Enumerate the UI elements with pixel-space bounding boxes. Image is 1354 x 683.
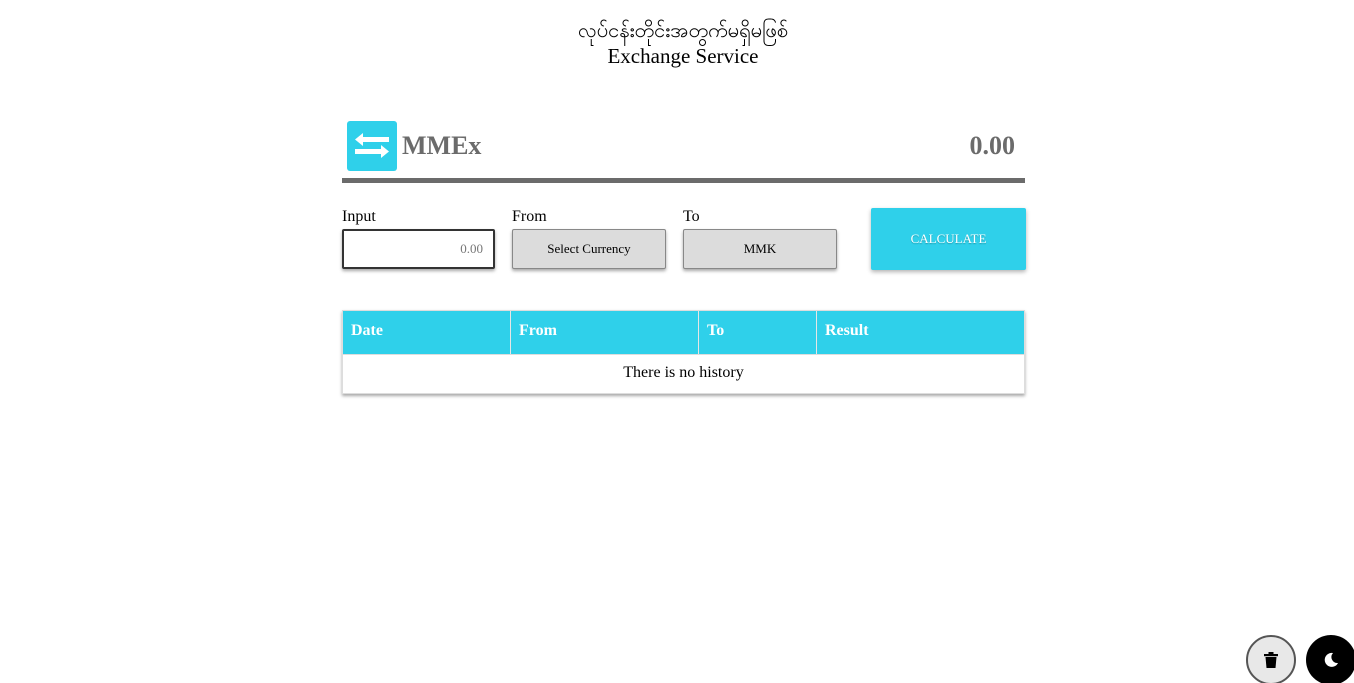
from-currency-select[interactable]: Select Currency [512, 229, 666, 269]
swap-arrows-icon [355, 133, 389, 158]
to-currency-value: MMK [743, 241, 777, 256]
brand-name: MMEx [402, 131, 482, 160]
amount-input[interactable] [342, 229, 495, 269]
clear-history-button[interactable] [1246, 635, 1296, 683]
calculate-button[interactable]: CALCULATE [871, 208, 1026, 270]
moon-icon [1324, 652, 1338, 667]
trash-icon [1264, 652, 1278, 668]
page-header: လုပ်ငန်းတိုင်းအတွက်မရှိမဖြစ် Exchange Se… [0, 16, 1354, 68]
history-table: Date From To Result There is no history [342, 310, 1025, 394]
logo [347, 121, 397, 171]
history-empty-message: There is no history [342, 355, 1025, 394]
column-header-from: From [511, 311, 699, 354]
header-title-myanmar: လုပ်ငန်းတိုင်းအတွက်မရှိမဖြစ် [577, 18, 789, 42]
from-label: From [512, 208, 547, 225]
dark-mode-toggle[interactable] [1306, 635, 1354, 683]
exchange-form: Input From Select Currency To MMK CALCUL… [342, 208, 1026, 270]
header-title-english: Exchange Service [607, 44, 759, 68]
to-label: To [683, 208, 700, 225]
column-header-date: Date [343, 311, 511, 354]
history-header-row: Date From To Result [342, 310, 1025, 355]
divider [342, 178, 1025, 183]
from-currency-value: Select Currency [547, 241, 631, 256]
to-currency-select[interactable]: MMK [683, 229, 837, 269]
input-label: Input [342, 208, 376, 225]
column-header-to: To [699, 311, 817, 354]
column-header-result: Result [825, 322, 869, 339]
app-bar: MMEx 0.00 [342, 121, 1025, 183]
page: လုပ်ငန်းတိုင်းအတွက်မရှိမဖြစ် Exchange Se… [0, 0, 1354, 683]
total-amount: 0.00 [969, 131, 1016, 160]
calculate-label: CALCULATE [910, 231, 987, 246]
